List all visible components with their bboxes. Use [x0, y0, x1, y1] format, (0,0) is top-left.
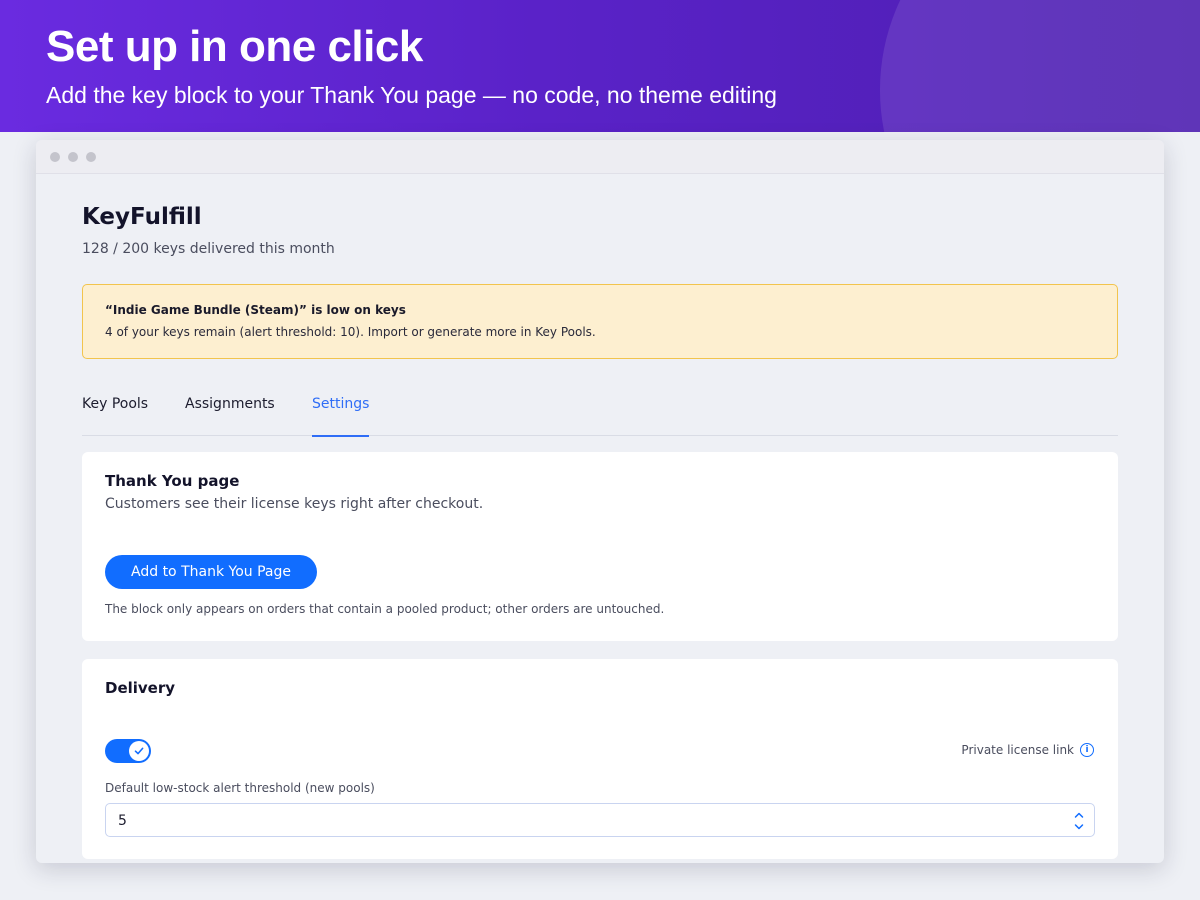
card-note: The block only appears on orders that co…	[105, 602, 665, 616]
alert-message: 4 of your keys remain (alert threshold: …	[105, 325, 596, 339]
window-dot-icon	[68, 152, 78, 162]
card-description: Customers see their license keys right a…	[105, 496, 484, 512]
delivery-card: Delivery Private license link i Default …	[82, 659, 1118, 859]
window-dot-icon	[86, 152, 96, 162]
window-dot-icon	[50, 152, 60, 162]
low-stock-alert: “Indie Game Bundle (Steam)” is low on ke…	[82, 284, 1118, 359]
alert-title: “Indie Game Bundle (Steam)” is low on ke…	[105, 303, 406, 317]
threshold-label: Default low-stock alert threshold (new p…	[105, 781, 375, 795]
banner-decorative-circle	[880, 0, 1200, 132]
threshold-input[interactable]: 5	[105, 803, 1095, 837]
tab-settings[interactable]: Settings	[312, 396, 370, 437]
chevron-up-down-icon[interactable]	[1072, 809, 1086, 833]
tab-bar: Key Pools Assignments Settings	[82, 396, 1118, 437]
check-icon	[134, 747, 144, 755]
window-titlebar	[36, 140, 1164, 174]
threshold-value: 5	[118, 813, 127, 829]
banner-title: Set up in one click	[46, 22, 423, 71]
app-window: KeyFulfill 128 / 200 keys delivered this…	[36, 140, 1164, 863]
private-license-link-toggle[interactable]	[105, 739, 151, 763]
promo-banner: Set up in one click Add the key block to…	[0, 0, 1200, 132]
info-icon[interactable]: i	[1080, 743, 1094, 757]
add-to-thank-you-page-button[interactable]: Add to Thank You Page	[105, 555, 317, 589]
card-title: Thank You page	[105, 472, 240, 490]
tab-assignments[interactable]: Assignments	[185, 396, 275, 436]
thank-you-page-card: Thank You page Customers see their licen…	[82, 452, 1118, 641]
app-title: KeyFulfill	[82, 204, 202, 230]
toggle-knob	[129, 741, 149, 761]
card-title: Delivery	[105, 679, 176, 697]
private-license-link-label: Private license link	[961, 743, 1074, 757]
tab-key-pools[interactable]: Key Pools	[82, 396, 148, 436]
usage-counter: 128 / 200 keys delivered this month	[82, 241, 335, 257]
private-license-link: Private license link i	[961, 743, 1094, 757]
banner-subtitle: Add the key block to your Thank You page…	[46, 82, 777, 108]
